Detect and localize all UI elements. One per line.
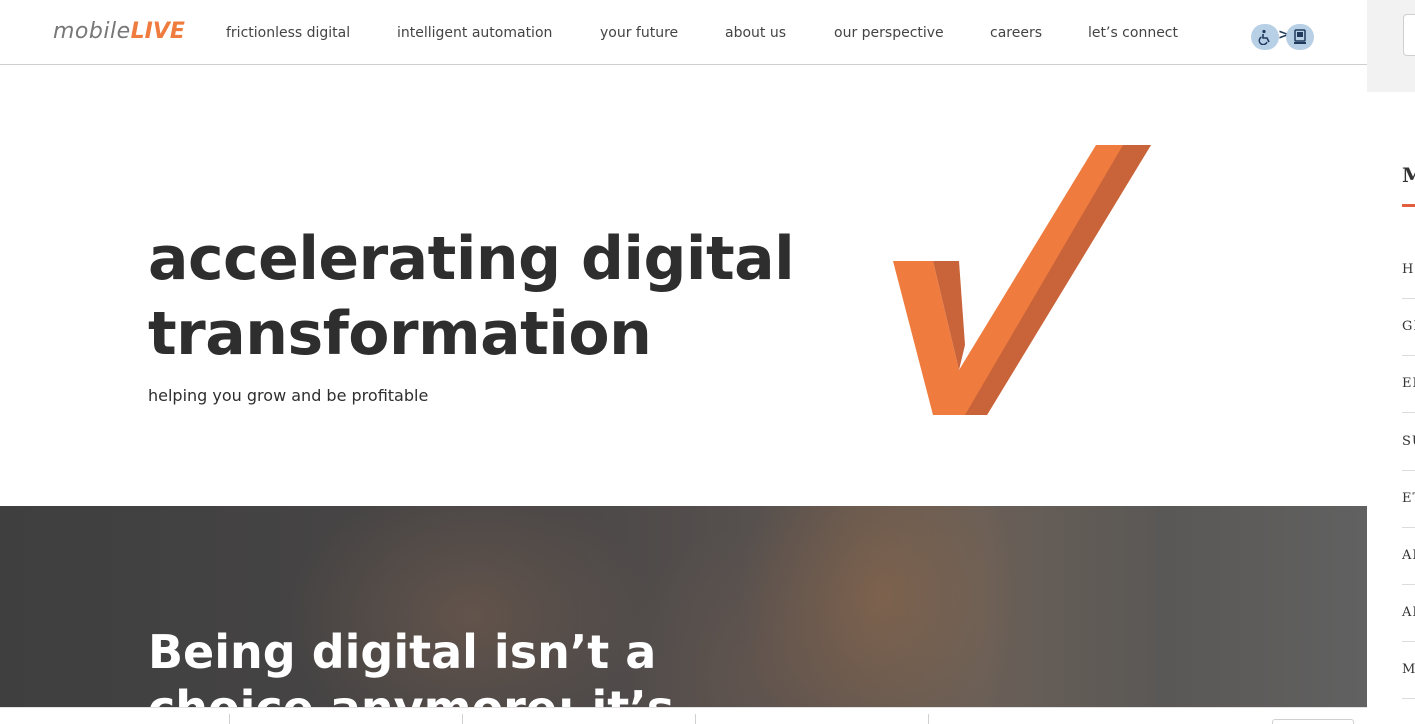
toolbar-button[interactable] xyxy=(1272,719,1354,724)
side-item[interactable]: MI xyxy=(1402,662,1415,677)
side-item[interactable]: SU xyxy=(1402,434,1415,449)
site-header: mobile LIVE frictionless digital intelli… xyxy=(0,0,1367,65)
side-item[interactable]: EN xyxy=(1402,376,1415,391)
side-divider xyxy=(1402,641,1415,642)
wheelchair-icon xyxy=(1251,24,1279,50)
nav-lets-connect[interactable]: let’s connect xyxy=(1088,25,1178,41)
toolbar-divider xyxy=(928,714,929,724)
side-divider xyxy=(1402,412,1415,413)
computer-icon xyxy=(1286,24,1314,50)
toolbar-divider xyxy=(695,714,696,724)
toolbar-divider xyxy=(462,714,463,724)
nav-your-future[interactable]: your future xyxy=(600,25,678,41)
hero-subtitle: helping you grow and be profitable xyxy=(148,386,429,405)
nav-careers[interactable]: careers xyxy=(990,25,1042,41)
accessibility-widget[interactable]: > xyxy=(1251,24,1315,50)
side-divider xyxy=(1402,298,1415,299)
side-item[interactable]: AR xyxy=(1402,605,1415,620)
heading-underline xyxy=(1402,204,1415,207)
side-item[interactable]: AR xyxy=(1402,548,1415,563)
hero-title: accelerating digital transformation xyxy=(148,222,828,372)
side-search-input[interactable] xyxy=(1403,14,1415,56)
side-panel: M HO GR EN SU ET AR AR MI xyxy=(1367,0,1415,724)
hero-title-line-2: transformation xyxy=(148,299,652,369)
side-divider xyxy=(1402,584,1415,585)
bottom-toolbar xyxy=(0,707,1367,724)
side-panel-heading: M xyxy=(1402,163,1415,187)
side-item[interactable]: GR xyxy=(1402,319,1415,334)
side-divider xyxy=(1402,355,1415,356)
hero-title-line-1: accelerating digital xyxy=(148,224,795,294)
side-panel-top xyxy=(1367,0,1415,92)
side-divider xyxy=(1402,527,1415,528)
side-item[interactable]: ET xyxy=(1402,491,1415,506)
hero-image-band: Being digital isn’t a choice anymore: it… xyxy=(0,506,1367,724)
orange-checkmark-icon xyxy=(893,145,1151,415)
band-title-line-1: Being digital isn’t a xyxy=(148,625,657,679)
main-nav: frictionless digital intelligent automat… xyxy=(0,25,1367,45)
nav-about-us[interactable]: about us xyxy=(725,25,786,41)
nav-our-perspective[interactable]: our perspective xyxy=(834,25,944,41)
nav-frictionless-digital[interactable]: frictionless digital xyxy=(226,25,350,41)
side-divider xyxy=(1402,698,1415,699)
side-divider xyxy=(1402,470,1415,471)
side-item[interactable]: HO xyxy=(1402,262,1415,277)
nav-intelligent-automation[interactable]: intelligent automation xyxy=(397,25,552,41)
toolbar-divider xyxy=(229,714,230,724)
main-page: mobile LIVE frictionless digital intelli… xyxy=(0,0,1367,724)
